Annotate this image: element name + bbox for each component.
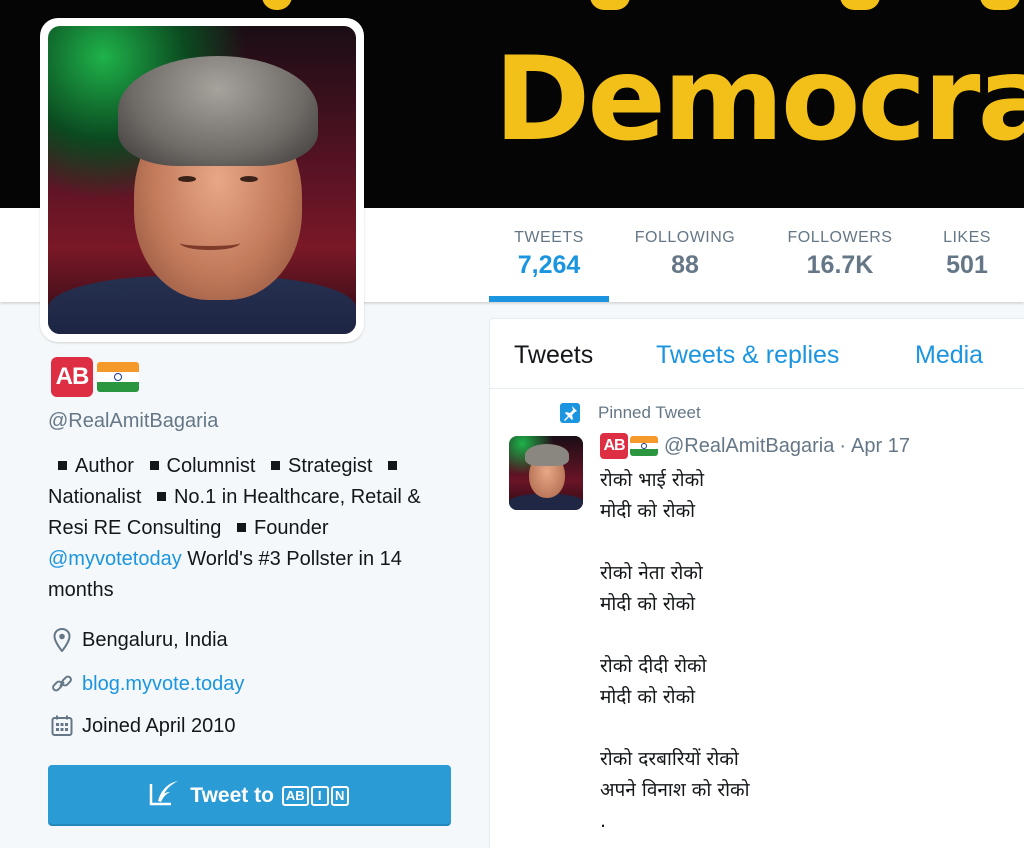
stat-value: 88: [671, 251, 699, 279]
ab-emoji-badge: AB: [600, 433, 628, 459]
joined-text: Joined April 2010: [82, 714, 236, 737]
bullet-square-icon: [388, 460, 398, 470]
stat-value: 16.7K: [806, 251, 874, 279]
banner-decoration: [980, 0, 1020, 10]
profile-avatar[interactable]: [40, 18, 364, 342]
india-flag-icon: [97, 362, 139, 392]
n-mini-badge: N: [330, 785, 349, 806]
stat-label: FOLLOWERS: [787, 229, 893, 246]
tweet-author-avatar[interactable]: [509, 436, 583, 510]
tab-media[interactable]: Media: [915, 341, 983, 370]
map-pin-icon: [50, 628, 74, 652]
pin-icon: [560, 403, 580, 423]
bullet-square-icon: [270, 460, 280, 470]
bio-item: Strategist: [287, 455, 373, 477]
tweet-date[interactable]: Apr 17: [851, 435, 910, 458]
website-link[interactable]: blog.myvote.today: [82, 673, 244, 696]
profile-location: Bengaluru, India: [50, 628, 228, 652]
profile-joined: Joined April 2010: [50, 714, 235, 738]
stat-value: 7,264: [517, 251, 581, 279]
tweet-author-handle[interactable]: @RealAmitBagaria: [664, 435, 834, 458]
profile-website: blog.myvote.today: [50, 672, 244, 696]
bio-item: Nationalist: [48, 486, 142, 508]
link-icon: [50, 672, 74, 696]
stat-value: 501: [946, 251, 988, 279]
calendar-icon: [50, 714, 74, 738]
bullet-square-icon: [236, 522, 246, 532]
banner-text: Democra: [494, 32, 1024, 167]
bullet-square-icon: [58, 460, 67, 470]
stat-tweets[interactable]: TWEETS 7,264: [509, 228, 589, 280]
location-text: Bengaluru, India: [82, 628, 228, 651]
stat-label: LIKES: [943, 229, 991, 246]
tweet-to-button[interactable]: Tweet to AB I N: [48, 765, 451, 826]
bio-item: Founder: [253, 517, 329, 539]
bullet-square-icon: [149, 460, 159, 470]
timeline-tabs: Tweets Tweets & replies Media: [490, 319, 1024, 389]
tab-tweets-replies[interactable]: Tweets & replies: [656, 341, 839, 370]
tab-tweets[interactable]: Tweets: [514, 341, 593, 370]
pinned-label: Pinned Tweet: [598, 403, 701, 422]
banner-decoration: [840, 0, 880, 10]
pinned-tweet-context: Pinned Tweet: [560, 403, 701, 423]
quill-icon: [148, 779, 182, 813]
india-flag-icon: [630, 436, 658, 456]
tweet-header: AB @RealAmitBagaria · Apr 17: [600, 433, 910, 459]
bio-mention-link[interactable]: @myvotetoday: [48, 548, 182, 570]
tweet-separator: ·: [839, 434, 847, 457]
tweet-to-label: Tweet to: [190, 783, 274, 807]
stat-followers[interactable]: FOLLOWERS 16.7K: [782, 228, 898, 280]
bullet-square-icon: [156, 491, 166, 501]
banner-decoration: [590, 0, 630, 10]
avatar-photo: [48, 26, 356, 334]
i-mini-badge: I: [310, 785, 329, 806]
stat-label: TWEETS: [514, 229, 584, 246]
banner-decoration: [262, 0, 292, 10]
profile-bio: Author Columnist Strategist Nationalist …: [48, 451, 448, 606]
bio-item: Columnist: [166, 455, 256, 477]
timeline: Tweets Tweets & replies Media Pinned Twe…: [489, 318, 1024, 848]
tweet-text: रोको भाई रोको मोदी को रोको रोको नेता रोक…: [600, 469, 750, 832]
stat-following[interactable]: FOLLOWING 88: [630, 228, 740, 280]
stat-likes[interactable]: LIKES 501: [936, 228, 998, 280]
screen-name[interactable]: @RealAmitBagaria: [48, 410, 218, 433]
ab-mini-badge: AB: [281, 785, 309, 806]
bio-item: Author: [75, 455, 134, 477]
active-tab-indicator: [489, 296, 609, 302]
stat-label: FOLLOWING: [634, 229, 736, 246]
profile-name-badges: AB: [51, 357, 139, 397]
ab-emoji-badge: AB: [51, 357, 93, 397]
